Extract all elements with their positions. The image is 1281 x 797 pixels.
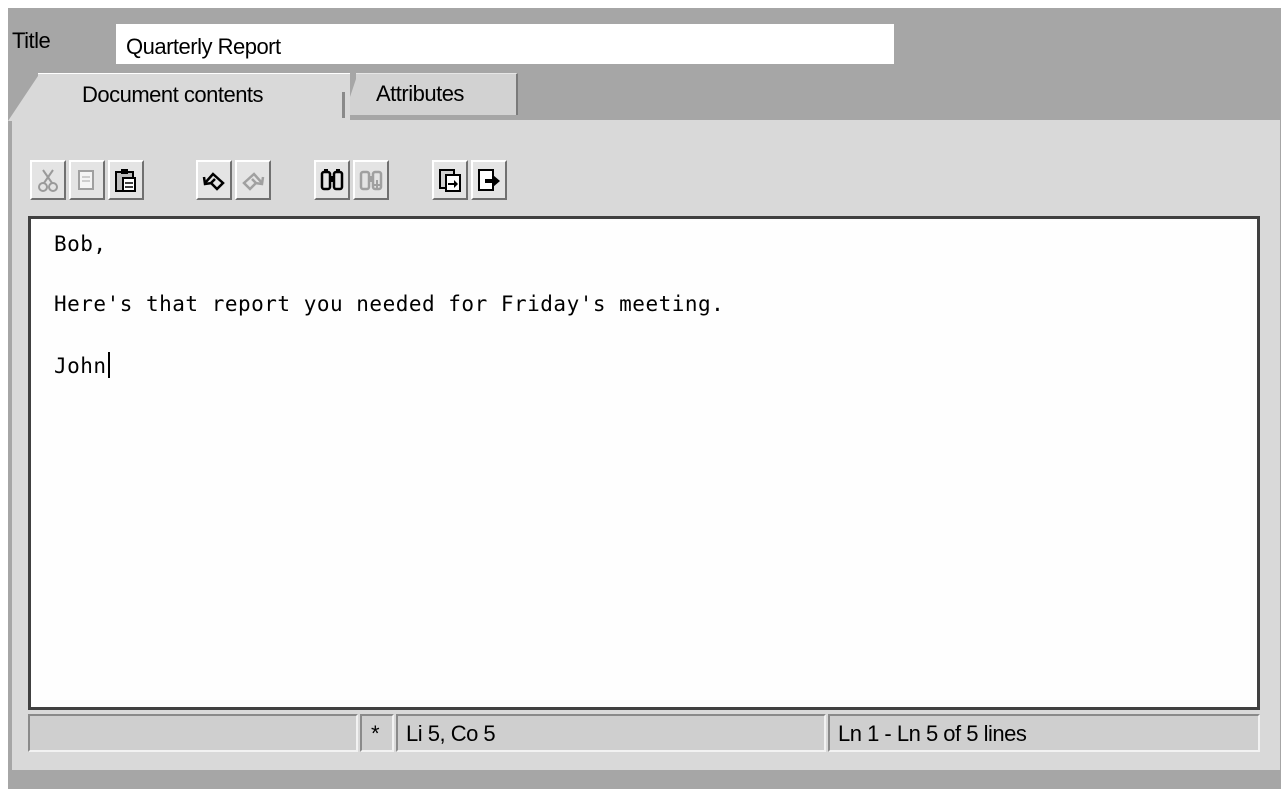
tab-document-contents-label: Document contents — [82, 82, 264, 107]
undo-button[interactable] — [196, 160, 232, 200]
tab-divider — [342, 92, 345, 118]
editor-line-cursor: John — [54, 352, 110, 378]
find-next-button[interactable] — [353, 160, 389, 200]
title-label: Title — [12, 28, 51, 53]
text-caret — [107, 352, 110, 378]
redo-icon — [242, 172, 265, 191]
export-button[interactable] — [471, 160, 507, 200]
title-input[interactable] — [116, 24, 894, 64]
document-text-editor[interactable]: Bob, Here's that report you needed for F… — [28, 216, 1260, 710]
tab-document-contents-edge — [8, 73, 40, 121]
paste-button[interactable] — [108, 160, 144, 200]
import-button[interactable] — [432, 160, 468, 200]
transfer-toolbar-group — [432, 160, 510, 210]
copy-icon — [78, 170, 94, 190]
status-empty-cell — [28, 714, 358, 752]
binoculars-plus-icon — [359, 170, 383, 191]
import-icon — [439, 169, 461, 192]
tab-attributes[interactable]: Attributes — [356, 73, 518, 115]
find-button[interactable] — [314, 160, 350, 200]
status-line-range: Ln 1 - Ln 5 of 5 lines — [828, 714, 1260, 752]
status-modified-marker: * — [360, 714, 394, 752]
binoculars-icon — [320, 169, 344, 191]
scissors-icon — [38, 169, 58, 192]
editor-line: Bob, — [54, 232, 107, 256]
undo-icon — [202, 172, 225, 191]
cut-button[interactable] — [30, 160, 66, 200]
paste-icon — [115, 169, 136, 192]
tab-document-contents[interactable]: Document contents — [38, 73, 350, 121]
tab-attributes-label: Attributes — [376, 81, 464, 106]
status-cursor-position: Li 5, Co 5 — [396, 714, 826, 752]
editor-line: John — [54, 354, 107, 378]
export-icon — [478, 169, 500, 191]
search-toolbar-group — [314, 160, 392, 210]
copy-button[interactable] — [69, 160, 105, 200]
clipboard-toolbar-group — [30, 160, 147, 210]
history-toolbar-group — [196, 160, 274, 210]
editor-line: Here's that report you needed for Friday… — [54, 292, 725, 316]
redo-button[interactable] — [235, 160, 271, 200]
